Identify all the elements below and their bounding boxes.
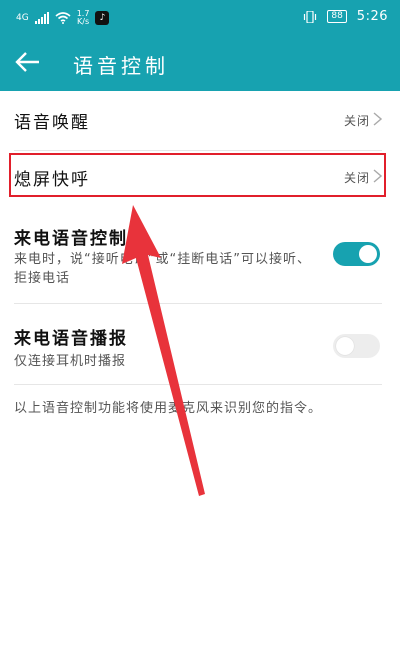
- app-bar: 语音控制: [0, 34, 400, 91]
- signal-icon: [34, 12, 49, 24]
- back-arrow-icon[interactable]: [12, 46, 44, 78]
- network-speed: 1.7 K/s: [76, 9, 90, 26]
- battery-indicator: 88: [327, 10, 347, 23]
- toggle-knob: [336, 337, 354, 355]
- wifi-icon: [55, 12, 71, 24]
- network-type: 4G: [16, 12, 29, 23]
- divider: [14, 150, 382, 151]
- clock: 5:26: [356, 9, 388, 24]
- page-title: 语音控制: [73, 54, 169, 78]
- setting-value: 关闭: [343, 114, 370, 128]
- header: 4G 1.7 K/s ♪ 88 5:26 语音控制: [0, 0, 400, 91]
- setting-label: 语音唤醒: [14, 113, 90, 133]
- tiktok-icon: ♪: [95, 11, 110, 25]
- setting-description: 仅连接耳机时播报: [14, 354, 127, 369]
- incoming-voice-announce-toggle[interactable]: [333, 334, 380, 358]
- setting-voice-wake[interactable]: 语音唤醒 关闭: [0, 97, 400, 149]
- setting-label: 来电语音播报: [14, 329, 128, 349]
- setting-incoming-voice-control: 来电语音控制 来电时，说“接听电话”或“挂断电话”可以接听、拒接电话: [0, 218, 400, 302]
- setting-label: 来电语音控制: [14, 229, 128, 249]
- toggle-knob: [359, 245, 377, 263]
- chevron-right-icon: [373, 112, 382, 126]
- incoming-voice-control-toggle[interactable]: [333, 242, 380, 266]
- divider: [14, 384, 382, 385]
- status-bar: 4G 1.7 K/s ♪ 88 5:26: [0, 0, 400, 34]
- vibrate-icon: [304, 10, 317, 23]
- footer-note: 以上语音控制功能将使用麦克风来识别您的指令。: [14, 401, 323, 416]
- highlight-box: [9, 153, 386, 197]
- setting-description: 来电时，说“接听电话”或“挂断电话”可以接听、拒接电话: [14, 252, 311, 286]
- divider: [14, 303, 382, 304]
- setting-incoming-voice-announce: 来电语音播报 仅连接耳机时播报: [0, 320, 400, 380]
